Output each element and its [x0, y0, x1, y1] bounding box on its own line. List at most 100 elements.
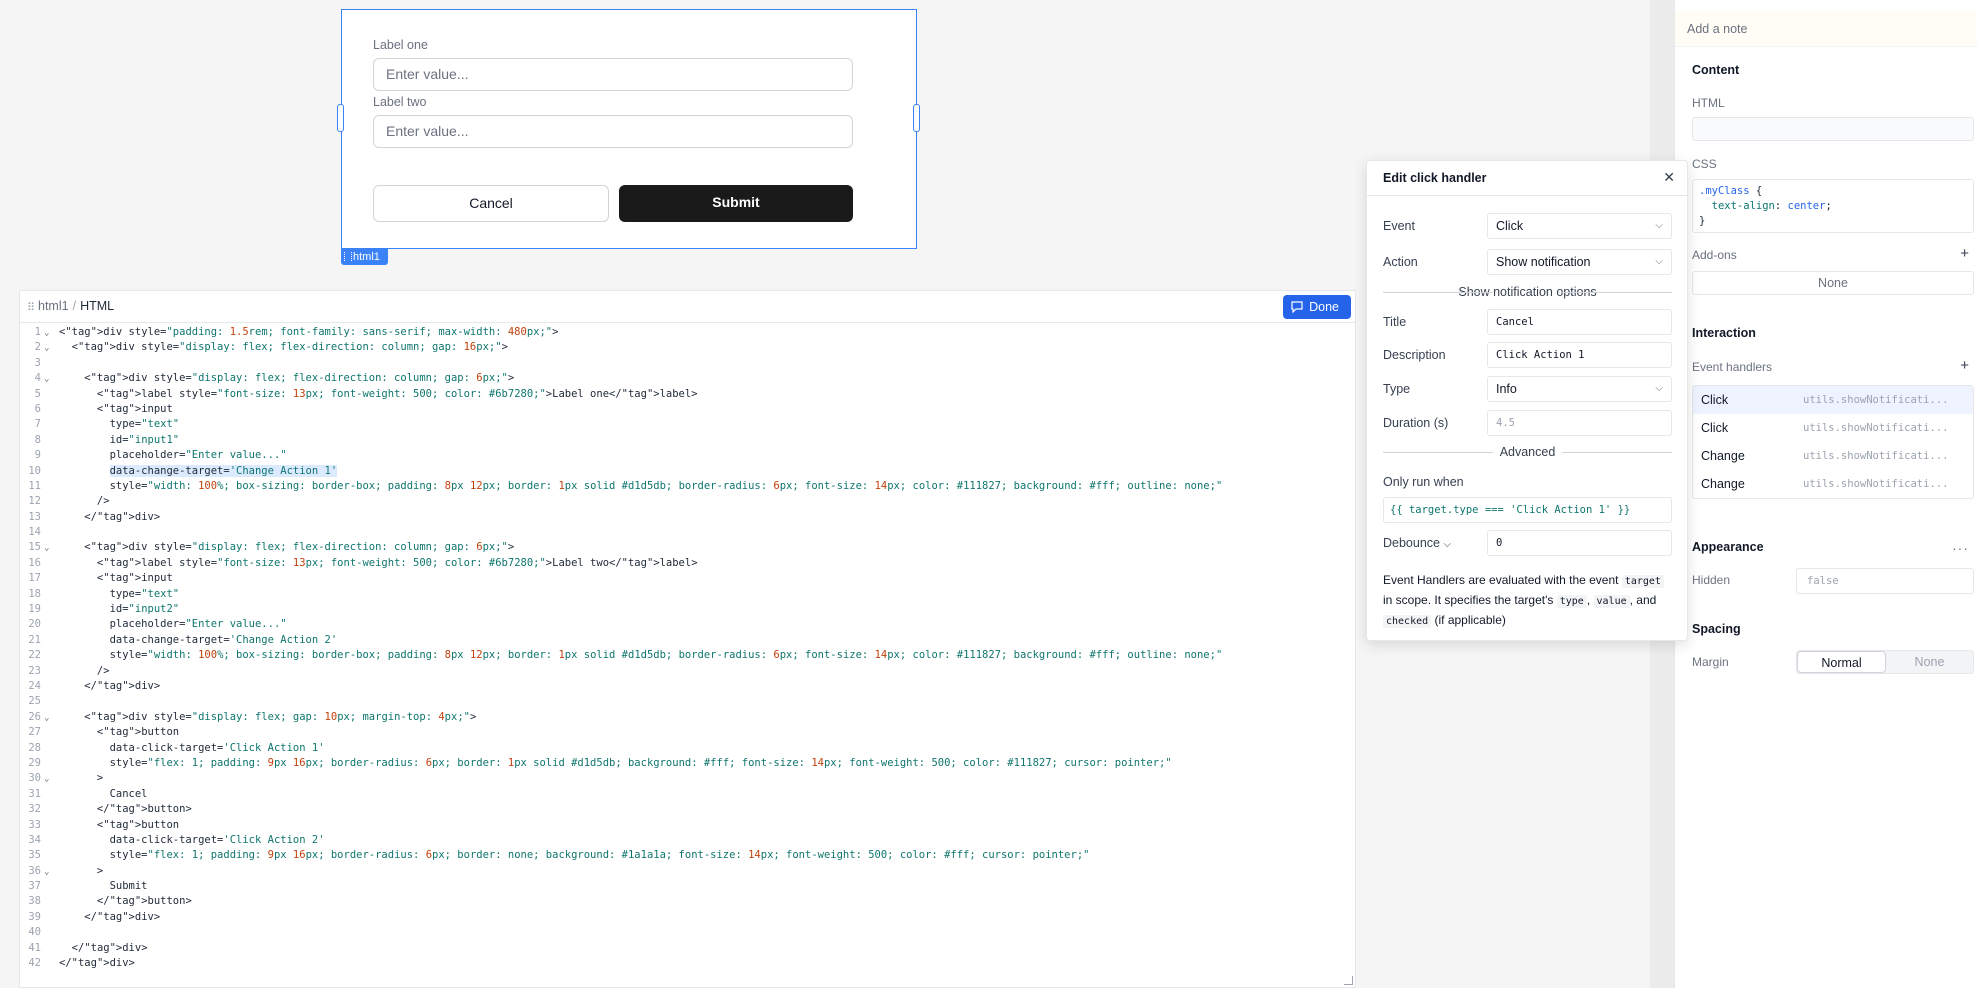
code-line[interactable]: 11 style="width: 100%; box-sizing: borde… [20, 479, 1355, 494]
code-line[interactable]: 13 </"tag">div> [20, 510, 1355, 525]
duration-input[interactable]: 4.5 [1487, 410, 1672, 436]
done-label: Done [1309, 300, 1339, 314]
fold-chevron-icon[interactable]: ⌄ [44, 772, 52, 787]
code-line[interactable]: 19 id="input2" [20, 602, 1355, 617]
code-line[interactable]: 25 [20, 694, 1355, 709]
fold-chevron-icon[interactable]: ⌄ [44, 541, 52, 556]
fold-gutter [44, 357, 52, 372]
fold-chevron-icon[interactable]: ⌄ [44, 711, 52, 726]
fold-chevron-icon[interactable]: ⌄ [44, 341, 52, 356]
code-line[interactable]: 33 <"tag">button [20, 818, 1355, 833]
description-input[interactable]: Click Action 1 [1487, 342, 1672, 368]
code-line[interactable]: 12 /> [20, 494, 1355, 509]
done-button[interactable]: Done [1283, 295, 1351, 319]
close-icon[interactable]: ✕ [1663, 169, 1675, 186]
code-line[interactable]: 3 [20, 356, 1355, 371]
line-number: 39 [28, 910, 41, 923]
html-field[interactable] [1692, 117, 1974, 141]
code-area[interactable]: 1 ⌄ <"tag">div style="padding: 1.5rem; fon… [20, 325, 1355, 987]
code-line[interactable]: 36 ⌄ > [20, 864, 1355, 879]
code-line[interactable]: 15 ⌄ <"tag">div style="display: flex; fle… [20, 540, 1355, 555]
code-line[interactable]: 26 ⌄ <"tag">div style="display: flex; gap… [20, 710, 1355, 725]
input-one[interactable]: Enter value... [373, 58, 853, 91]
code-line[interactable]: 5 <"tag">label style="font-size: 13px; f… [20, 387, 1355, 402]
code-line[interactable]: 8 id="input1" [20, 433, 1355, 448]
code-line[interactable]: 28 data-click-target='Click Action 1' [20, 741, 1355, 756]
css-editor[interactable]: .myClass { text-align: center; } [1692, 179, 1974, 233]
action-select[interactable]: Show notification ⌵ [1487, 249, 1672, 275]
code-line[interactable]: 38 </"tag">button> [20, 894, 1355, 909]
html-editor-panel: ⠿ html1/HTML Done 1 ⌄ <"tag">div style="pa… [19, 290, 1356, 988]
code-line[interactable]: 42 </"tag">div> [20, 956, 1355, 971]
fold-chevron-icon[interactable]: ⌄ [44, 372, 52, 387]
code-text: type="text" [59, 418, 180, 431]
line-number: 18 [28, 587, 41, 600]
action-label: Action [1383, 255, 1418, 269]
only-run-condition-input[interactable]: {{ target.type === 'Click Action 1' }} [1383, 497, 1672, 523]
code-line[interactable]: 29 style="flex: 1; padding: 9px 16px; bo… [20, 756, 1355, 771]
code-text: <"tag">button [59, 726, 180, 739]
code-line[interactable]: 6 <"tag">input [20, 402, 1355, 417]
code-line[interactable]: 41 </"tag">div> [20, 941, 1355, 956]
code-line[interactable]: 34 data-click-target='Click Action 2' [20, 833, 1355, 848]
add-event-handler-icon[interactable]: + [1960, 357, 1969, 374]
cancel-button[interactable]: Cancel [373, 185, 609, 222]
more-options-icon[interactable]: ··· [1952, 540, 1969, 556]
type-select[interactable]: Info ⌵ [1487, 376, 1672, 402]
code-line[interactable]: 37 Submit [20, 879, 1355, 894]
resize-handle-left[interactable] [337, 104, 344, 132]
event-handler-row[interactable]: Change utils.showNotificati... [1693, 442, 1973, 470]
add-addon-icon[interactable]: + [1960, 245, 1969, 262]
code-text: <"tag">div style="display: flex; flex-di… [59, 541, 515, 554]
code-text: data-click-target='Click Action 2' [59, 833, 325, 846]
code-line[interactable]: 10 data-change-target='Change Action 1' [20, 464, 1355, 479]
code-line[interactable]: 31 Cancel [20, 787, 1355, 802]
code-line[interactable]: 9 placeholder="Enter value..." [20, 448, 1355, 463]
code-line[interactable]: 40 [20, 925, 1355, 940]
code-line[interactable]: 27 <"tag">button [20, 725, 1355, 740]
event-handler-row[interactable]: Click utils.showNotificati... [1693, 386, 1973, 414]
resize-corner-icon[interactable] [1344, 976, 1353, 985]
input-two[interactable]: Enter value... [373, 115, 853, 148]
drag-grip-icon[interactable]: ⠿ [27, 301, 35, 314]
code-text: <"tag">label style="font-size: 13px; fon… [59, 387, 698, 400]
code-line[interactable]: 2 ⌄ <"tag">div style="display: flex; flex… [20, 340, 1355, 355]
fold-chevron-icon[interactable]: ⌄ [44, 326, 52, 341]
code-line[interactable]: 35 style="flex: 1; padding: 9px 16px; bo… [20, 848, 1355, 863]
margin-none-option[interactable]: None [1886, 651, 1973, 673]
chevron-down-icon: ⌵ [1655, 220, 1663, 231]
debounce-input[interactable]: 0 [1487, 530, 1672, 556]
code-line[interactable]: 4 ⌄ <"tag">div style="display: flex; flex… [20, 371, 1355, 386]
code-line[interactable]: 23 /> [20, 664, 1355, 679]
code-line[interactable]: 17 <"tag">input [20, 571, 1355, 586]
code-line[interactable]: 22 style="width: 100%; box-sizing: borde… [20, 648, 1355, 663]
code-line[interactable]: 21 data-change-target='Change Action 2' [20, 633, 1355, 648]
fold-chevron-icon[interactable]: ⌄ [44, 865, 52, 880]
code-line[interactable]: 16 <"tag">label style="font-size: 13px; … [20, 556, 1355, 571]
add-note-field[interactable]: Add a note [1675, 11, 1977, 47]
title-input[interactable]: Cancel [1487, 309, 1672, 335]
code-line[interactable]: 32 </"tag">button> [20, 802, 1355, 817]
code-line[interactable]: 39 </"tag">div> [20, 910, 1355, 925]
line-number: 20 [28, 618, 41, 631]
code-line[interactable]: 18 type="text" [20, 587, 1355, 602]
code-line[interactable]: 20 placeholder="Enter value..." [20, 617, 1355, 632]
code-line[interactable]: 14 [20, 525, 1355, 540]
code-line[interactable]: 1 ⌄ <"tag">div style="padding: 1.5rem; fon… [20, 325, 1355, 340]
html-component-preview[interactable]: Label one Enter value... Label two Enter… [341, 9, 917, 249]
breadcrumb-component[interactable]: html1 [38, 299, 69, 313]
submit-button[interactable]: Submit [619, 185, 853, 222]
event-handler-row[interactable]: Click utils.showNotificati... [1693, 414, 1973, 442]
edit-click-handler-popover: Edit click handler ✕ Event Click ⌵ Action… [1366, 160, 1688, 641]
resize-handle-right[interactable] [913, 104, 920, 132]
code-line[interactable]: 24 </"tag">div> [20, 679, 1355, 694]
hidden-field[interactable]: false [1796, 568, 1974, 594]
debounce-dropdown[interactable]: Debounce ⌵ [1383, 536, 1451, 550]
code-line[interactable]: 7 type="text" [20, 417, 1355, 432]
code-text: style="flex: 1; padding: 9px 16px; borde… [59, 756, 1172, 769]
event-handler-row[interactable]: Change utils.showNotificati... [1693, 470, 1973, 498]
event-select[interactable]: Click ⌵ [1487, 213, 1672, 239]
code-line[interactable]: 30 ⌄ > [20, 771, 1355, 786]
component-tag[interactable]: html1 [341, 249, 388, 265]
margin-normal-option[interactable]: Normal [1797, 651, 1886, 673]
